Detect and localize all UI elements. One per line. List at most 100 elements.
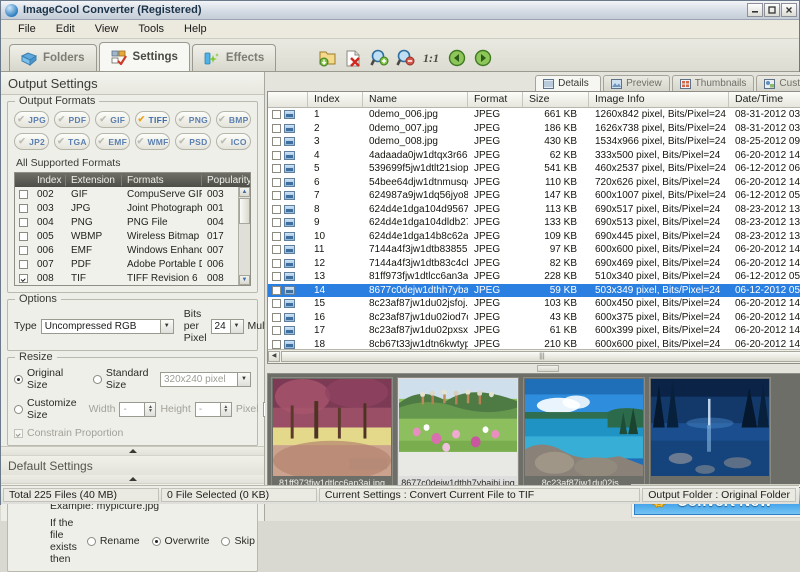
row-checkbox[interactable]: [19, 204, 28, 213]
table-row[interactable]: 30demo_008.jpgJPEG430 KB1534x966 pixel, …: [268, 135, 800, 149]
minimize-button[interactable]: [747, 3, 763, 17]
table-row[interactable]: 008TIFTIFF Revision 6008: [15, 271, 250, 285]
table-row[interactable]: 003JPGJoint Photographic Experts Group00…: [15, 201, 250, 215]
row-checkbox[interactable]: [19, 274, 28, 283]
row-checkbox[interactable]: [272, 151, 281, 160]
expand-input-settings-icon[interactable]: [1, 475, 264, 483]
row-checkbox[interactable]: [272, 178, 281, 187]
header-size[interactable]: Size: [523, 92, 589, 107]
close-button[interactable]: [781, 3, 797, 17]
table-row[interactable]: 006EMFWindows Enhanced Metafile007: [15, 243, 250, 257]
row-checkbox[interactable]: [272, 313, 281, 322]
radio-customize-size[interactable]: [14, 405, 23, 414]
scroll-up-icon[interactable]: ▲: [239, 187, 250, 197]
table-row[interactable]: 007PDFAdobe Portable Document Format006: [15, 257, 250, 271]
format-button-bmp[interactable]: ✔BMP: [216, 111, 251, 128]
tab-customs[interactable]: Customs: [756, 75, 800, 91]
scroll-thumb[interactable]: |||: [281, 351, 800, 362]
radio-skip[interactable]: [221, 537, 230, 546]
row-checkbox[interactable]: [19, 246, 28, 255]
back-arrow-icon[interactable]: [448, 49, 467, 67]
format-button-png[interactable]: ✔PNG: [175, 111, 210, 128]
header-image-info[interactable]: Image Info: [589, 92, 729, 107]
row-checkbox[interactable]: [19, 232, 28, 241]
row-checkbox[interactable]: [272, 218, 281, 227]
table-row[interactable]: 10624d4e1dga14b8c62a8b08&69...JPEG109 KB…: [268, 230, 800, 244]
maximize-button[interactable]: [764, 3, 780, 17]
tab-folders[interactable]: Folders: [9, 44, 97, 71]
zoom-out-icon[interactable]: [396, 49, 415, 67]
scroll-left-icon[interactable]: ◀: [268, 351, 280, 362]
table-row[interactable]: 127144a4f3jw1dtb83c4cb4j.jpgJPEG82 KB690…: [268, 257, 800, 271]
format-button-tga[interactable]: ✔TGA: [54, 133, 89, 150]
format-button-ico[interactable]: ✔ICO: [216, 133, 251, 150]
row-checkbox[interactable]: [272, 299, 281, 308]
menu-tools[interactable]: Tools: [129, 22, 173, 36]
table-row[interactable]: 7624987a9jw1dq56jyo8vyj.jpgJPEG147 KB600…: [268, 189, 800, 203]
radio-rename[interactable]: [87, 537, 96, 546]
format-button-gif[interactable]: ✔GIF: [95, 111, 130, 128]
scroll-thumb[interactable]: [239, 198, 250, 224]
format-button-wmf[interactable]: ✔WMF: [135, 133, 170, 150]
tab-effects[interactable]: Effects: [192, 44, 276, 71]
menu-file[interactable]: File: [9, 22, 45, 36]
grid-header-popularity[interactable]: Popularity: [202, 175, 250, 186]
table-row[interactable]: 20demo_007.jpgJPEG186 KB1626x738 pixel, …: [268, 122, 800, 136]
table-row[interactable]: 10demo_006.jpgJPEG661 KB1260x842 pixel, …: [268, 108, 800, 122]
row-checkbox[interactable]: [19, 260, 28, 269]
thumbnail-item[interactable]: 8c23af87jw1du02js...: [523, 377, 645, 491]
row-checkbox[interactable]: [272, 326, 281, 335]
tab-settings[interactable]: Settings: [99, 42, 190, 71]
width-stepper[interactable]: - ▲▼: [119, 402, 156, 417]
table-row[interactable]: 8624d4e1dga104d9567813&69...JPEG113 KB69…: [268, 203, 800, 217]
bits-combo[interactable]: 24 ▼: [211, 319, 244, 334]
radio-standard-size[interactable]: [93, 375, 102, 384]
row-checkbox[interactable]: [272, 232, 281, 241]
menu-edit[interactable]: Edit: [47, 22, 84, 36]
header-name[interactable]: Name: [363, 92, 468, 107]
table-row[interactable]: 1381ff973fjw1dtlcc6an3aj.jpgJPEG228 KB51…: [268, 270, 800, 284]
standard-size-combo[interactable]: 320x240 pixel ▼: [160, 372, 251, 387]
format-button-psd[interactable]: ✔PSD: [175, 133, 210, 150]
format-button-jpg[interactable]: ✔JPG: [14, 111, 49, 128]
header-format[interactable]: Format: [468, 92, 523, 107]
row-checkbox[interactable]: [272, 286, 281, 295]
scroll-down-icon[interactable]: ▼: [239, 275, 250, 285]
row-checkbox[interactable]: [272, 259, 281, 268]
zoom-in-icon[interactable]: [370, 49, 389, 67]
row-checkbox[interactable]: [272, 272, 281, 281]
constrain-proportion-checkbox[interactable]: [14, 429, 23, 438]
row-checkbox[interactable]: [272, 137, 281, 146]
row-checkbox[interactable]: [272, 124, 281, 133]
stepper-arrows-icon[interactable]: ▲▼: [221, 402, 232, 417]
radio-original-size[interactable]: [14, 375, 23, 384]
tab-thumbnails[interactable]: Thumbnails: [672, 75, 755, 91]
actual-size-icon[interactable]: 1:1: [422, 49, 441, 67]
tab-details[interactable]: Details: [535, 75, 601, 91]
table-row[interactable]: 148677c0dejw1dthh7ybaihj.jpgJPEG59 KB503…: [268, 284, 800, 298]
row-checkbox[interactable]: [272, 340, 281, 349]
expand-default-settings-icon[interactable]: [1, 447, 264, 455]
stepper-arrows-icon[interactable]: ▲▼: [145, 402, 156, 417]
chevron-down-icon[interactable]: ▼: [161, 319, 174, 334]
header-date-time[interactable]: Date/Time: [729, 92, 800, 107]
menu-help[interactable]: Help: [175, 22, 216, 36]
table-row[interactable]: 178c23af87jw1du02pxsxqbj.jpgJPEG61 KB600…: [268, 324, 800, 338]
grid-header-extension[interactable]: Extension: [66, 175, 122, 186]
radio-overwrite[interactable]: [152, 537, 161, 546]
height-stepper[interactable]: - ▲▼: [195, 402, 232, 417]
row-checkbox[interactable]: [272, 110, 281, 119]
add-folder-icon[interactable]: [318, 49, 337, 67]
row-checkbox[interactable]: [272, 164, 281, 173]
row-checkbox[interactable]: [19, 190, 28, 199]
thumbnail-item[interactable]: 81ff973fjw1dtlcc6an3aj.jpg: [271, 377, 393, 491]
table-row[interactable]: 654bee64djw1dtnmusqc68j.jpgJPEG110 KB720…: [268, 176, 800, 190]
table-row[interactable]: 168c23af87jw1du02iod7dsj.jpgJPEG43 KB600…: [268, 311, 800, 325]
grid-scrollbar[interactable]: ▲ ▼: [238, 187, 250, 285]
grid-header-formats[interactable]: Formats: [122, 175, 202, 186]
table-row[interactable]: 005WBMPWireless Bitmap (level 0)017: [15, 229, 250, 243]
row-checkbox[interactable]: [272, 205, 281, 214]
table-row[interactable]: 9624d4e1dga104dldb2775&69...JPEG133 KB69…: [268, 216, 800, 230]
remove-file-icon[interactable]: [344, 49, 363, 67]
thumbnail-item[interactable]: 8677c0dejw1dthh7ybaihj.jpg: [397, 377, 519, 491]
